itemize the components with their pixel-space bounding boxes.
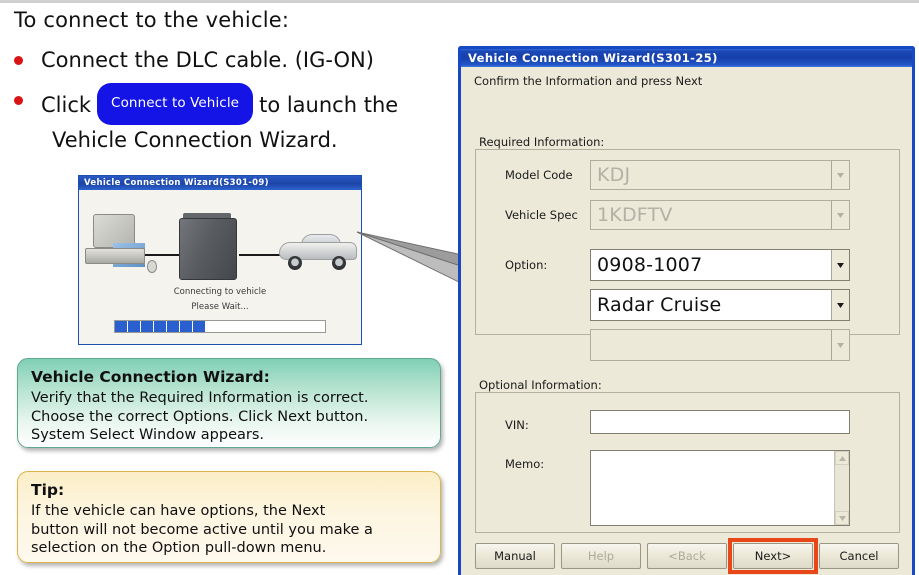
pc-monitor-icon <box>93 214 135 248</box>
callout-tip: Tip: If the vehicle can have options, th… <box>17 471 441 563</box>
vin-input[interactable] <box>590 410 850 434</box>
option-label: Option: <box>505 258 547 272</box>
callout-vehicle-connection-wizard: Vehicle Connection Wizard: Verify that t… <box>17 358 441 448</box>
instructions-panel: To connect to the vehicle: Connect the D… <box>0 3 460 575</box>
memo-label: Memo: <box>505 457 544 471</box>
chevron-down-icon[interactable] <box>831 290 849 320</box>
memo-scrollbar[interactable] <box>834 451 849 525</box>
car-front-wheel <box>288 256 302 270</box>
dialog-button-row: Manual Help <Back Next> Cancel <box>475 543 903 569</box>
progress-bar <box>114 320 326 333</box>
dialog-instruction-text: Confirm the Information and press Next <box>474 74 702 88</box>
dialog-body: Confirm the Information and press Next R… <box>461 67 912 575</box>
thumbnail-titlebar: Vehicle Connection Wizard(S301-09) <box>79 176 361 190</box>
bullet-item-2-continuation: Vehicle Connection Wizard. <box>52 128 338 152</box>
progress-block <box>154 321 166 332</box>
thumbnail-content: Connecting to vehicle Please Wait... <box>79 190 361 344</box>
thumbnail-status-line-1: Connecting to vehicle <box>79 287 361 297</box>
vin-label: VIN: <box>505 418 529 432</box>
bullet-dot-icon <box>14 56 23 65</box>
vim-interface-icon <box>179 218 237 280</box>
car-rear-wheel <box>332 256 346 270</box>
vehicle-connection-wizard-dialog: Vehicle Connection Wizard(S301-25) Confi… <box>458 46 915 575</box>
callout-tip-heading: Tip: <box>31 481 427 499</box>
memo-textarea[interactable] <box>590 450 850 526</box>
callout-tip-line-3: selection on the Option pull-down menu. <box>31 539 427 558</box>
model-code-label: Model Code <box>505 168 573 182</box>
thumbnail-status-line-2: Please Wait... <box>79 302 361 312</box>
pc-keyboard-icon <box>85 248 145 264</box>
bullet-item-1: Connect the DLC cable. (IG-ON) <box>14 45 374 76</box>
scroll-up-icon[interactable] <box>835 451 849 465</box>
bullet-item-2-suffix: to launch the <box>259 93 398 117</box>
progress-block <box>128 321 140 332</box>
callout-green-line-3: System Select Window appears. <box>31 426 427 445</box>
callout-green-heading: Vehicle Connection Wizard: <box>31 368 427 386</box>
connecting-wizard-thumbnail: Vehicle Connection Wizard(S301-09) Conne… <box>78 175 362 345</box>
bullet-item-2-prefix: Click <box>41 93 91 117</box>
bullet-item-2: ClickConnect to Vehicleto launch the <box>14 85 398 127</box>
cancel-button[interactable]: Cancel <box>819 543 899 569</box>
progress-block <box>193 321 205 332</box>
option-combobox-2[interactable]: Radar Cruise <box>590 289 850 321</box>
connect-to-vehicle-button[interactable]: Connect to Vehicle <box>97 83 253 125</box>
page-title: To connect to the vehicle: <box>14 8 289 32</box>
bullet-item-1-label: Connect the DLC cable. (IG-ON) <box>41 45 374 76</box>
dialog-titlebar: Vehicle Connection Wizard(S301-25) <box>461 49 912 67</box>
callout-tip-line-1: If the vehicle can have options, the Nex… <box>31 502 427 521</box>
callout-green-line-1: Verify that the Required Information is … <box>31 389 427 408</box>
vehicle-spec-value: 1KDFTV <box>591 204 831 226</box>
pointer-arrow <box>355 228 467 296</box>
optional-information-label: Optional Information: <box>479 378 602 392</box>
chevron-down-icon[interactable] <box>831 161 849 189</box>
chevron-down-icon[interactable] <box>831 201 849 229</box>
option-1-value: 0908-1007 <box>591 254 831 276</box>
progress-block <box>141 321 153 332</box>
chevron-down-icon[interactable] <box>831 250 849 280</box>
option-2-value: Radar Cruise <box>591 294 831 316</box>
car-icon <box>279 234 357 268</box>
progress-block <box>115 321 127 332</box>
model-code-value: KDJ <box>591 164 831 186</box>
progress-block <box>167 321 179 332</box>
progress-block <box>180 321 192 332</box>
option-combobox-1[interactable]: 0908-1007 <box>590 249 850 281</box>
callout-tip-line-2: button will not become active until you … <box>31 521 427 540</box>
next-button[interactable]: Next> <box>733 543 813 569</box>
help-button: Help <box>561 543 641 569</box>
manual-button[interactable]: Manual <box>475 543 555 569</box>
vehicle-spec-combobox[interactable]: 1KDFTV <box>590 200 850 230</box>
back-button: <Back <box>647 543 727 569</box>
required-information-label: Required Information: <box>479 135 604 149</box>
pc-mouse-icon <box>147 260 157 273</box>
callout-green-line-2: Choose the correct Options. Click Next b… <box>31 408 427 427</box>
chevron-down-icon[interactable] <box>831 330 849 360</box>
bullet-dot-icon <box>14 96 23 105</box>
memo-text-region[interactable] <box>591 451 834 525</box>
bullet-item-2-text: ClickConnect to Vehicleto launch the <box>41 85 398 127</box>
vehicle-spec-label: Vehicle Spec <box>505 208 578 222</box>
option-combobox-3[interactable] <box>590 329 850 361</box>
model-code-combobox[interactable]: KDJ <box>590 160 850 190</box>
scroll-down-icon[interactable] <box>835 511 849 525</box>
